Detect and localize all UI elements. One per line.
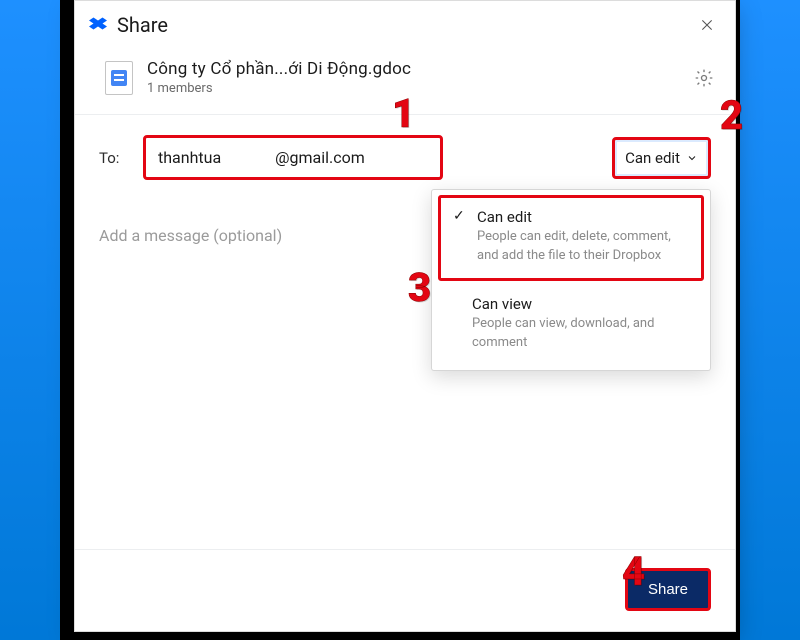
to-label: To: bbox=[99, 149, 127, 167]
permission-option-label: Can view bbox=[472, 295, 692, 313]
permission-option-label: Can edit bbox=[477, 208, 687, 226]
chevron-down-icon bbox=[686, 152, 698, 164]
close-button[interactable] bbox=[697, 15, 717, 35]
share-modal: Share Công ty Cổ phần...ới Di Động.gdoc … bbox=[74, 0, 736, 632]
settings-button[interactable] bbox=[693, 67, 715, 89]
permission-option-can-edit[interactable]: Can edit People can edit, delete, commen… bbox=[438, 195, 704, 281]
email-suffix: @gmail.com bbox=[275, 148, 365, 167]
file-members: 1 members bbox=[147, 81, 679, 96]
permission-selected-label: Can edit bbox=[625, 149, 680, 167]
message-placeholder: Add a message (optional) bbox=[99, 226, 282, 245]
permission-option-desc: People can edit, delete, comment, and ad… bbox=[477, 228, 687, 266]
modal-title: Share bbox=[117, 13, 697, 37]
gdoc-file-icon bbox=[105, 61, 133, 95]
permission-option-desc: People can view, download, and comment bbox=[472, 315, 692, 353]
file-row: Công ty Cổ phần...ới Di Động.gdoc 1 memb… bbox=[75, 49, 735, 114]
share-button[interactable]: Share bbox=[628, 571, 708, 608]
permission-menu: Can edit People can edit, delete, commen… bbox=[431, 189, 711, 371]
recipient-input[interactable]: thanhtua @gmail.com bbox=[143, 135, 443, 180]
dropbox-icon bbox=[89, 16, 107, 34]
permission-option-can-view[interactable]: Can view People can view, download, and … bbox=[436, 285, 706, 365]
share-button-wrap: Share bbox=[625, 568, 711, 611]
modal-titlebar: Share bbox=[75, 1, 735, 49]
file-name: Công ty Cổ phần...ới Di Động.gdoc bbox=[147, 59, 679, 79]
permission-dropdown[interactable]: Can edit bbox=[612, 137, 711, 179]
email-prefix: thanhtua bbox=[158, 148, 221, 167]
